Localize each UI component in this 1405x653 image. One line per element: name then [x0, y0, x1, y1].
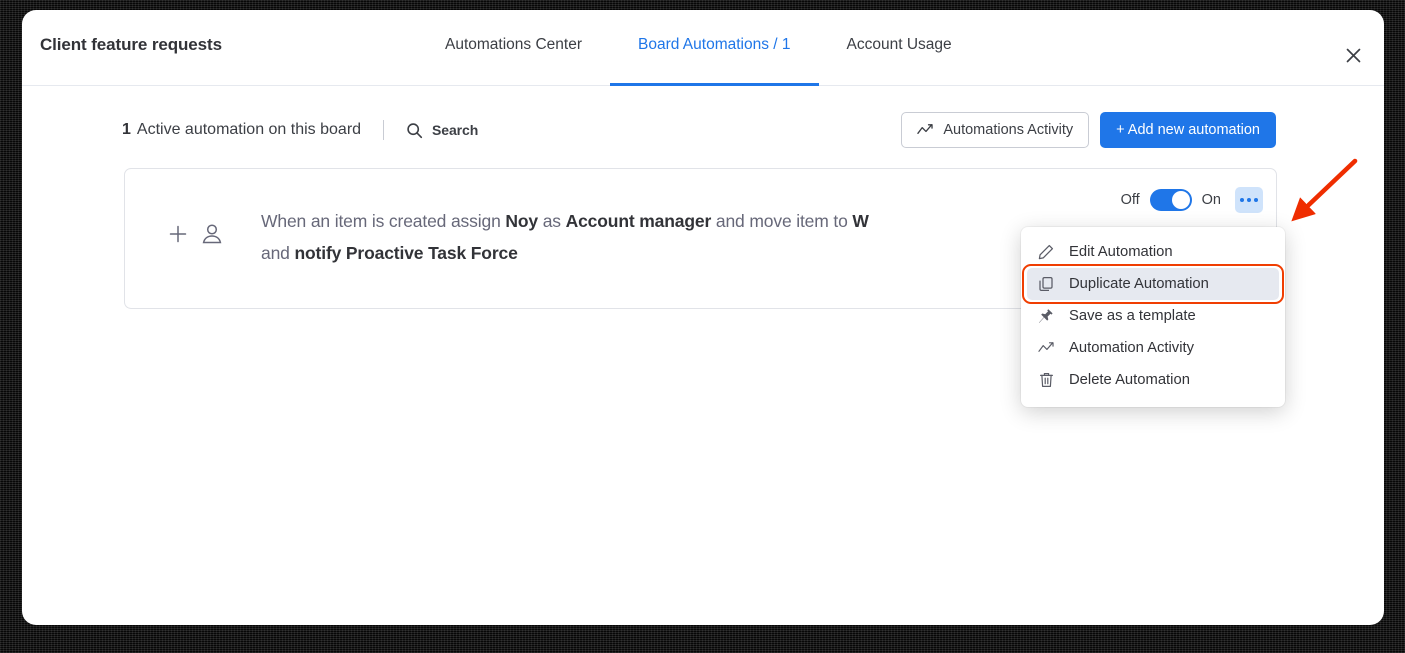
automations-modal: Client feature requests Automations Cent…: [22, 10, 1384, 625]
automation-context-menu: Edit Automation Duplicate Automation Sav…: [1021, 227, 1285, 407]
search-button[interactable]: Search: [406, 122, 478, 139]
menu-item-duplicate-automation[interactable]: Duplicate Automation: [1022, 264, 1284, 304]
pencil-icon: [1037, 243, 1055, 261]
toggle-knob: [1171, 191, 1190, 209]
search-label: Search: [432, 122, 479, 138]
recipe-group-truncated: W: [852, 211, 869, 231]
tab-bar: Automations Center Board Automations / 1…: [417, 10, 980, 86]
automation-card-icons: [167, 222, 223, 246]
automations-activity-button[interactable]: Automations Activity: [901, 112, 1090, 148]
trash-icon: [1037, 371, 1055, 389]
recipe-line2-prefix: and: [261, 243, 295, 263]
recipe-line1-mid1: as: [537, 211, 566, 231]
add-new-automation-button[interactable]: + Add new automation: [1100, 112, 1276, 148]
automation-card-controls: Off On: [1121, 187, 1263, 213]
toggle-on-label: On: [1201, 192, 1221, 208]
close-icon[interactable]: [1336, 38, 1370, 72]
menu-item-label: Edit Automation: [1069, 244, 1173, 260]
automations-activity-label: Automations Activity: [943, 122, 1074, 138]
menu-item-automation-activity[interactable]: Automation Activity: [1027, 332, 1279, 364]
automation-recipe-text: When an item is created assign Noy as Ac…: [261, 205, 1081, 269]
active-automation-count: 1: [122, 121, 131, 138]
activity-line-icon: [917, 123, 934, 137]
toggle-off-label: Off: [1120, 192, 1140, 208]
copy-icon: [1037, 275, 1055, 293]
menu-item-label: Delete Automation: [1069, 372, 1190, 388]
divider: [383, 120, 385, 140]
activity-line-icon: [1037, 339, 1055, 357]
modal-header: Client feature requests Automations Cent…: [22, 10, 1384, 86]
page-title: Client feature requests: [40, 35, 222, 54]
recipe-line1-prefix: When an item is created assign: [261, 211, 506, 231]
more-horizontal-icon[interactable]: [1235, 187, 1263, 213]
tab-automations-center[interactable]: Automations Center: [417, 10, 610, 86]
recipe-person: Noy: [505, 211, 538, 231]
toolbar-actions: Automations Activity + Add new automatio…: [901, 112, 1276, 148]
active-automation-label: Active automation on this board: [136, 121, 362, 138]
menu-item-label: Automation Activity: [1069, 340, 1195, 356]
pin-icon: [1037, 307, 1055, 325]
recipe-column: Account manager: [565, 211, 712, 231]
annotation-arrow: [1291, 158, 1358, 222]
search-icon: [406, 122, 423, 139]
menu-item-edit-automation[interactable]: Edit Automation: [1027, 236, 1279, 268]
automation-count-row: 1 Active automation on this board Search: [122, 120, 478, 140]
menu-item-save-as-template[interactable]: Save as a template: [1027, 300, 1279, 332]
menu-item-label: Save as a template: [1069, 308, 1196, 324]
tab-account-usage[interactable]: Account Usage: [819, 10, 980, 86]
person-icon: [201, 222, 223, 246]
automation-toggle[interactable]: [1149, 189, 1192, 211]
recipe-line1-mid2: and move item to: [711, 211, 853, 231]
plus-icon[interactable]: [167, 223, 189, 245]
tab-board-automations[interactable]: Board Automations / 1: [610, 10, 819, 86]
menu-item-delete-automation[interactable]: Delete Automation: [1027, 364, 1279, 396]
menu-item-label: Duplicate Automation: [1069, 276, 1209, 292]
recipe-notify-target: notify Proactive Task Force: [294, 243, 518, 263]
